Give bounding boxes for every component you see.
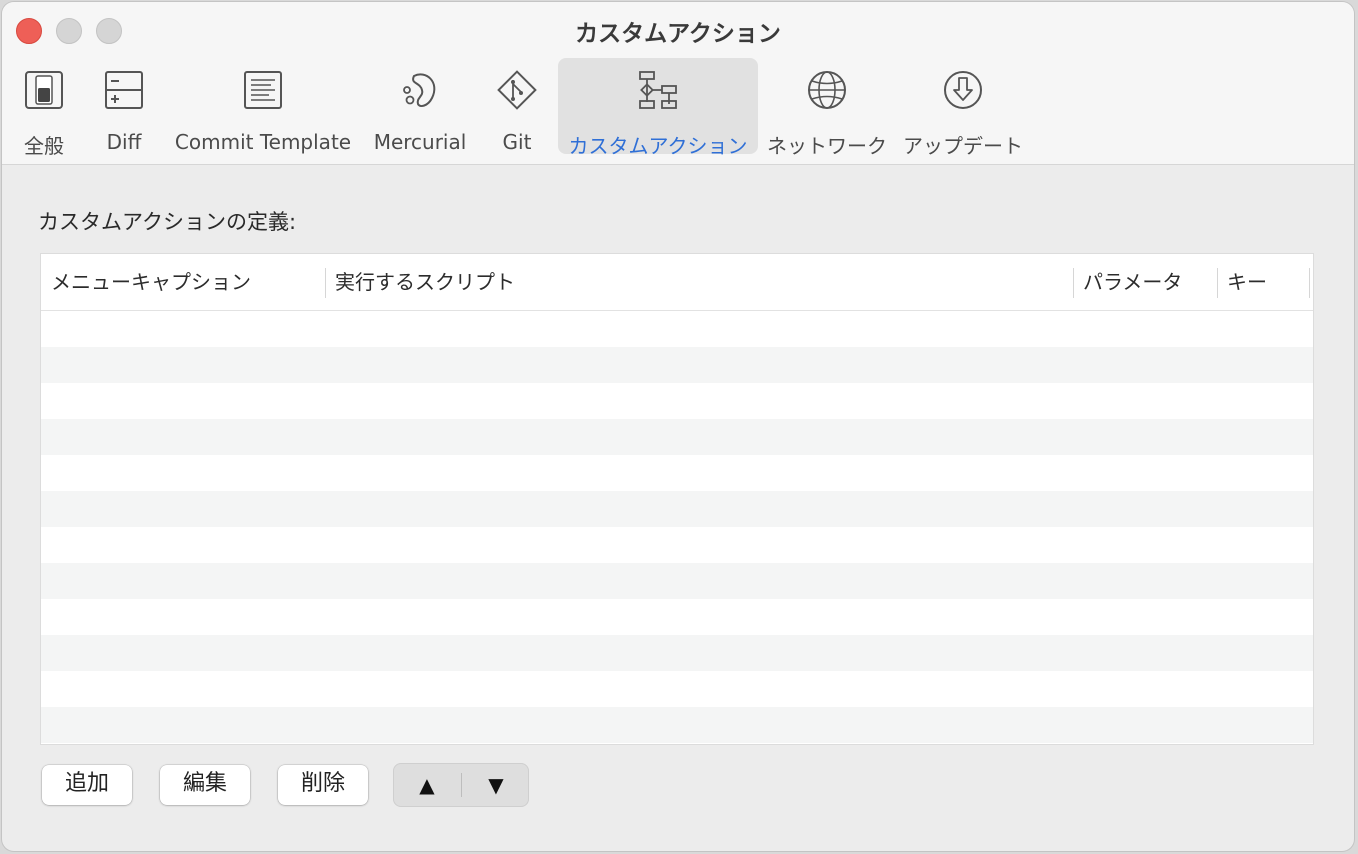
- delete-button[interactable]: 削除: [278, 765, 368, 805]
- table-row[interactable]: [41, 671, 1313, 707]
- custom-action-icon: [639, 71, 677, 109]
- toolbar-item-commit-template[interactable]: Commit Template: [170, 58, 356, 154]
- table-body[interactable]: [41, 311, 1313, 743]
- toolbar-item-diff[interactable]: Diff: [92, 58, 156, 154]
- toolbar-label: カスタムアクション: [568, 134, 748, 158]
- toolbar-item-mercurial[interactable]: Mercurial: [370, 58, 470, 154]
- toolbar-label: Git: [502, 130, 532, 154]
- toolbar-label: 全般: [24, 134, 64, 158]
- move-down-button[interactable]: ▼: [462, 763, 530, 807]
- diff-icon: [105, 71, 143, 109]
- mercurial-icon: [403, 73, 436, 107]
- section-label: カスタムアクションの定義:: [38, 210, 297, 234]
- column-header-script[interactable]: 実行するスクリプト: [325, 254, 1073, 310]
- window-title: カスタムアクション: [575, 21, 781, 47]
- document-icon: [244, 71, 282, 109]
- table-row[interactable]: [41, 347, 1313, 383]
- table-row[interactable]: [41, 527, 1313, 563]
- table-row[interactable]: [41, 707, 1313, 743]
- table-row[interactable]: [41, 635, 1313, 671]
- toolbar-label: Diff: [106, 130, 142, 154]
- table-row[interactable]: [41, 311, 1313, 347]
- column-separator[interactable]: [1309, 268, 1310, 298]
- table-header: メニューキャプション 実行するスクリプト パラメータ キー: [41, 254, 1313, 311]
- toolbar-item-update[interactable]: アップデート: [900, 58, 1026, 158]
- column-header-menu-caption[interactable]: メニューキャプション: [41, 254, 325, 310]
- column-header-parameters[interactable]: パラメータ: [1073, 254, 1217, 310]
- toolbar-label: Commit Template: [174, 130, 352, 154]
- table-row[interactable]: [41, 419, 1313, 455]
- switch-icon: [25, 71, 63, 109]
- add-button[interactable]: 追加: [42, 765, 132, 805]
- toolbar-item-network[interactable]: ネットワーク: [764, 58, 890, 158]
- table-row[interactable]: [41, 563, 1313, 599]
- toolbar-item-git[interactable]: Git: [486, 58, 548, 154]
- globe-icon: [808, 71, 846, 109]
- toolbar-label: Mercurial: [373, 130, 467, 154]
- custom-actions-table[interactable]: メニューキャプション 実行するスクリプト パラメータ キー: [40, 253, 1314, 745]
- toolbar-item-general[interactable]: 全般: [12, 58, 76, 158]
- titlebar: カスタムアクション 全般 Diff Commit Template Mercur…: [2, 2, 1354, 165]
- table-row[interactable]: [41, 491, 1313, 527]
- move-segmented-control: ▲ ▼: [393, 763, 529, 807]
- git-icon: [497, 70, 537, 110]
- table-row[interactable]: [41, 455, 1313, 491]
- column-header-key[interactable]: キー: [1217, 254, 1311, 310]
- toolbar-label: ネットワーク: [767, 134, 887, 158]
- download-icon: [944, 71, 982, 109]
- preferences-window: カスタムアクション 全般 Diff Commit Template Mercur…: [2, 2, 1354, 851]
- edit-button[interactable]: 編集: [160, 765, 250, 805]
- table-row[interactable]: [41, 599, 1313, 635]
- toolbar-label: アップデート: [903, 134, 1023, 158]
- move-up-button[interactable]: ▲: [393, 763, 461, 807]
- toolbar-item-custom-actions[interactable]: カスタムアクション: [558, 58, 758, 158]
- table-row[interactable]: [41, 383, 1313, 419]
